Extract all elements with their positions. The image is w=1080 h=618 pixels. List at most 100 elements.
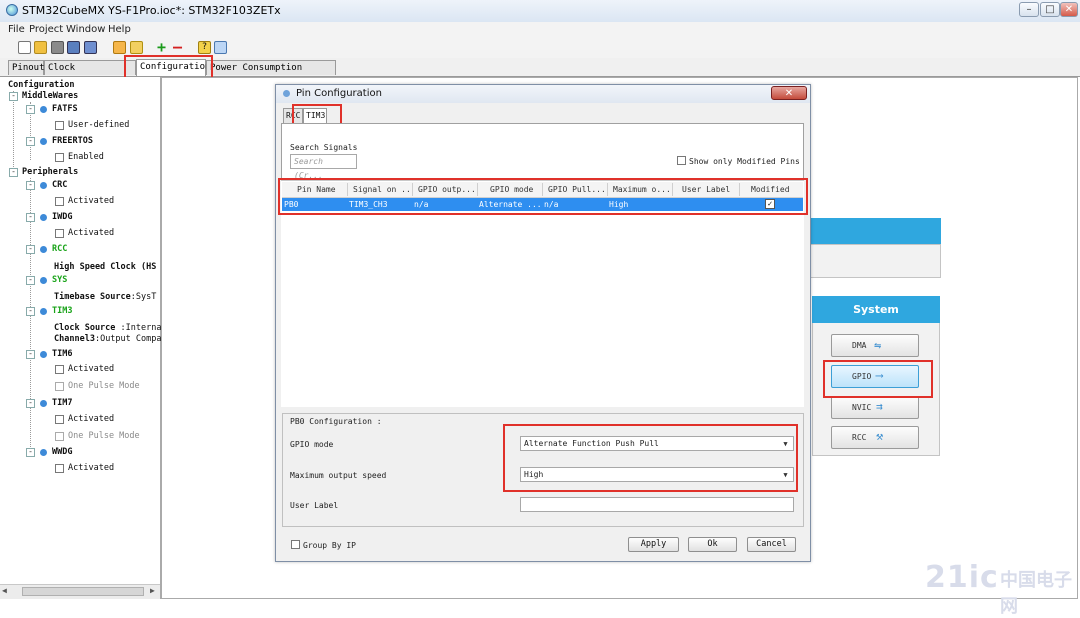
gpio-mode-select[interactable]: Alternate Function Push Pull ▼ — [520, 436, 794, 451]
dma-icon: ⇋ — [874, 338, 882, 352]
zoom-in-icon[interactable]: + — [157, 38, 166, 56]
apply-button[interactable]: Apply — [628, 537, 679, 552]
tree-freertos[interactable]: FREERTOS — [52, 136, 93, 146]
collapse-icon[interactable]: - — [26, 276, 35, 285]
rcc-button[interactable]: RCC ⚒ — [831, 426, 919, 449]
ip-bullet-icon — [40, 214, 47, 221]
save-all-icon[interactable] — [84, 41, 97, 54]
tab-power-consumption-calculator[interactable]: Power Consumption Calculator — [206, 60, 336, 87]
user-label-input[interactable] — [520, 497, 794, 512]
tree-iwdg[interactable]: IWDG — [52, 212, 72, 222]
new-project-icon[interactable] — [18, 41, 31, 54]
generate-code-icon[interactable] — [113, 41, 126, 54]
scroll-left-icon[interactable]: ◀ — [2, 586, 7, 595]
search-signals-input[interactable]: Search (Cr... — [290, 154, 357, 180]
checkbox[interactable] — [55, 153, 64, 162]
menu-project[interactable]: Project — [29, 24, 63, 35]
collapse-icon[interactable]: - — [26, 448, 35, 457]
dma-button[interactable]: DMA ⇋ — [831, 334, 919, 357]
modified-checkbox[interactable]: ✓ — [765, 199, 775, 209]
tab-configuration[interactable]: Configuration — [136, 59, 210, 76]
collapse-icon[interactable]: - — [26, 350, 35, 359]
checkbox — [55, 432, 64, 441]
tree-sys-option: Timebase Source:SysT — [54, 292, 157, 302]
tree-tim6[interactable]: TIM6 — [52, 349, 72, 359]
generate-report-icon[interactable] — [130, 41, 143, 54]
tab-clock-configuration[interactable]: Clock Configuration — [44, 60, 136, 87]
col-gpio-pull[interactable]: GPIO Pull... — [548, 185, 604, 194]
search-icon[interactable] — [214, 41, 227, 54]
col-modified[interactable]: Modified — [751, 185, 801, 194]
collapse-icon[interactable]: - — [26, 245, 35, 254]
tree-peripherals[interactable]: Peripherals — [22, 167, 78, 177]
save-icon[interactable] — [51, 41, 64, 54]
open-folder-icon[interactable] — [34, 41, 47, 54]
minimize-button[interactable]: – — [1019, 2, 1039, 17]
ok-button[interactable]: Ok — [688, 537, 737, 552]
tree-tim7[interactable]: TIM7 — [52, 398, 72, 408]
tree-tim7-option2: One Pulse Mode — [68, 431, 140, 441]
menu-help[interactable]: Help — [108, 24, 131, 35]
checkbox[interactable] — [55, 121, 64, 130]
help-icon[interactable]: ? — [198, 41, 211, 54]
chevron-down-icon: ▼ — [783, 440, 788, 448]
tree-fatfs[interactable]: FATFS — [52, 104, 78, 114]
collapse-icon[interactable]: - — [26, 137, 35, 146]
scrollbar-thumb[interactable] — [22, 587, 144, 596]
dialog-close-button[interactable]: ✕ — [771, 86, 807, 100]
tree-crc[interactable]: CRC — [52, 180, 67, 190]
wrench-icon: ⚒ — [876, 429, 884, 443]
menu-window[interactable]: Window — [66, 24, 105, 35]
tree-middlewares[interactable]: MiddleWares — [22, 91, 78, 101]
checkbox[interactable] — [55, 365, 64, 374]
checkbox[interactable] — [55, 464, 64, 473]
col-signal[interactable]: Signal on ... — [353, 185, 409, 194]
col-gpio-output[interactable]: GPIO outp... — [418, 185, 474, 194]
collapse-icon[interactable]: - — [9, 168, 18, 177]
tab-pinout[interactable]: Pinout — [8, 60, 45, 75]
tree-rcc[interactable]: RCC — [52, 244, 67, 254]
close-window-button[interactable]: ✕ — [1060, 2, 1078, 17]
checkbox[interactable] — [55, 197, 64, 206]
group-by-ip-label: Group By IP — [303, 541, 356, 550]
col-gpio-mode[interactable]: GPIO mode — [490, 185, 540, 194]
dialog-tab-tim3[interactable]: TIM3 — [303, 108, 327, 123]
tree-tim6-option1: Activated — [68, 364, 115, 374]
config-title: PB0 Configuration : — [290, 417, 382, 426]
tree-tim3-option2: Channel3:Output Compar — [54, 334, 167, 344]
tree-tim3[interactable]: TIM3 — [52, 306, 72, 316]
tree-sys[interactable]: SYS — [52, 275, 67, 285]
show-modified-label: Show only Modified Pins — [689, 157, 800, 166]
dma-button-label: DMA — [852, 341, 867, 350]
show-modified-checkbox[interactable] — [677, 156, 686, 165]
cancel-button[interactable]: Cancel — [747, 537, 796, 552]
collapse-icon[interactable]: - — [9, 92, 18, 101]
checkbox[interactable] — [55, 415, 64, 424]
ip-bullet-icon — [40, 351, 47, 358]
checkbox[interactable] — [55, 229, 64, 238]
col-user-label[interactable]: User Label — [682, 185, 738, 194]
menu-file[interactable]: File — [8, 24, 25, 35]
gpio-button[interactable]: GPIO ⟶ — [831, 365, 919, 388]
max-speed-select[interactable]: High ▼ — [520, 467, 794, 482]
tree-wwdg[interactable]: WWDG — [52, 447, 72, 457]
collapse-icon[interactable]: - — [26, 105, 35, 114]
collapse-icon[interactable]: - — [26, 307, 35, 316]
max-speed-value: High — [524, 470, 544, 479]
zoom-out-icon[interactable]: – — [173, 38, 182, 56]
tree-horizontal-scrollbar[interactable]: ◀ ▶ — [0, 584, 160, 599]
collapse-icon[interactable]: - — [26, 213, 35, 222]
maximize-button[interactable]: □ — [1040, 2, 1060, 17]
scroll-right-icon[interactable]: ▶ — [150, 586, 155, 595]
save-as-icon[interactable] — [67, 41, 80, 54]
title-bar: STM32CubeMX YS-F1Pro.ioc*: STM32F103ZETx… — [0, 0, 1080, 23]
collapse-icon[interactable]: - — [26, 181, 35, 190]
nvic-button[interactable]: NVIC ⇉ — [831, 396, 919, 419]
col-pin-name[interactable]: Pin Name — [297, 185, 345, 194]
gpio-mode-value: Alternate Function Push Pull — [524, 439, 659, 448]
collapse-icon[interactable]: - — [26, 399, 35, 408]
group-by-ip-checkbox[interactable] — [291, 540, 300, 549]
dialog-tab-rcc[interactable]: RCC — [283, 108, 303, 123]
category-panel — [810, 244, 941, 278]
col-max-speed[interactable]: Maximum o... — [613, 185, 669, 194]
